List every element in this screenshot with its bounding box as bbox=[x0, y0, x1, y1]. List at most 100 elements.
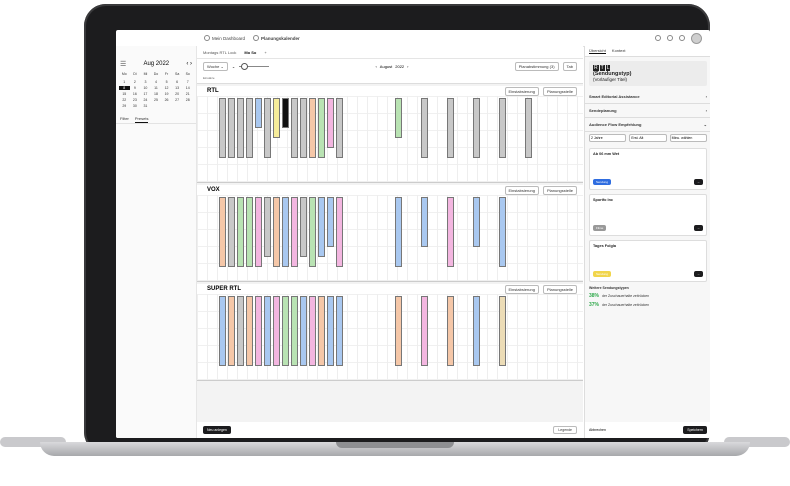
grid-icon[interactable] bbox=[655, 35, 661, 41]
calendar-day[interactable]: 27 bbox=[172, 98, 183, 102]
recommendation-pill[interactable]: Sendung bbox=[593, 179, 612, 185]
channel-name[interactable]: VOX bbox=[207, 187, 220, 193]
schedule-block[interactable] bbox=[499, 98, 506, 158]
schedule-block[interactable] bbox=[237, 197, 244, 267]
calendar-day[interactable]: 8 bbox=[119, 86, 130, 90]
schedule-block[interactable] bbox=[318, 197, 325, 257]
schedule-block[interactable] bbox=[273, 197, 280, 267]
apply-recommendation-icon[interactable]: → bbox=[694, 225, 703, 231]
calendar-day[interactable]: 9 bbox=[130, 86, 141, 90]
schedule-block[interactable] bbox=[282, 296, 289, 366]
schedule-block[interactable] bbox=[228, 296, 235, 366]
calendar-day[interactable]: 22 bbox=[119, 98, 130, 102]
calendar-day[interactable]: 6 bbox=[172, 80, 183, 84]
schedule-block[interactable] bbox=[264, 296, 271, 366]
channel-name[interactable]: SUPER RTL bbox=[207, 286, 241, 292]
calendar-day[interactable]: 20 bbox=[172, 92, 183, 96]
tab-presets[interactable]: Presets bbox=[134, 116, 149, 123]
schedule-block[interactable] bbox=[447, 296, 454, 366]
view-select[interactable]: Woche ⌄ bbox=[203, 61, 228, 71]
avatar[interactable] bbox=[691, 32, 702, 44]
tab-kontext[interactable]: Kontext bbox=[612, 48, 626, 54]
calendar-day[interactable]: 24 bbox=[140, 98, 151, 102]
channel-action-button[interactable]: Planungsstelle bbox=[542, 185, 577, 195]
schedule-block[interactable] bbox=[291, 98, 298, 158]
calendar-day[interactable]: 17 bbox=[140, 92, 151, 96]
tab-filter[interactable]: Filter bbox=[120, 116, 129, 123]
breadcrumb-dashboard[interactable]: Mein Dashboard bbox=[204, 35, 245, 41]
add-tab-icon[interactable]: + bbox=[264, 50, 266, 55]
chevron-down-icon[interactable]: ⌄ bbox=[232, 64, 235, 69]
schedule-block[interactable] bbox=[246, 98, 253, 158]
prev-week-icon[interactable]: ‹ bbox=[375, 64, 376, 69]
schedule-block[interactable] bbox=[300, 197, 307, 257]
schedule-block[interactable] bbox=[291, 296, 298, 366]
select-alter[interactable]: Erst. Alt bbox=[629, 134, 667, 142]
schedule-block[interactable] bbox=[327, 197, 334, 247]
schedule-block[interactable] bbox=[327, 98, 334, 148]
calendar-day[interactable]: 2 bbox=[130, 80, 141, 84]
calendar-day[interactable]: 19 bbox=[161, 92, 172, 96]
schedule-block[interactable] bbox=[336, 296, 343, 366]
select-zeitraum[interactable]: 2 Jahre bbox=[589, 134, 627, 142]
calendar-day[interactable]: 5 bbox=[161, 80, 172, 84]
schedule-block[interactable] bbox=[219, 98, 226, 158]
schedule-block[interactable] bbox=[395, 98, 402, 138]
calendar-day[interactable]: 3 bbox=[140, 80, 151, 84]
schedule-block[interactable] bbox=[228, 197, 235, 267]
schedule-block[interactable] bbox=[246, 296, 253, 366]
apply-recommendation-icon[interactable]: → bbox=[694, 179, 703, 185]
schedule-block[interactable] bbox=[421, 197, 428, 247]
calendar-day[interactable]: 4 bbox=[151, 80, 162, 84]
channel-action-button[interactable]: Planungsstelle bbox=[542, 284, 577, 294]
save-button[interactable]: Speichern bbox=[683, 426, 707, 434]
schedule-block[interactable] bbox=[473, 197, 480, 247]
schedule-block[interactable] bbox=[246, 197, 253, 267]
calendar-day[interactable]: 13 bbox=[172, 86, 183, 90]
schedule-block[interactable] bbox=[228, 98, 235, 158]
section-sendeplanung[interactable]: Sendeplanung › bbox=[585, 104, 710, 118]
schedule-block[interactable] bbox=[447, 98, 454, 158]
schedule-block[interactable] bbox=[300, 296, 307, 366]
schedule-block[interactable] bbox=[395, 197, 402, 267]
section-audience-flow[interactable]: Audience Flow Empfehlung ⌄ bbox=[585, 118, 710, 132]
breadcrumb-planungskalender[interactable]: Planungskalender bbox=[253, 35, 300, 41]
zoom-slider[interactable] bbox=[239, 62, 270, 70]
schedule-block[interactable] bbox=[219, 197, 226, 267]
schedule-block[interactable] bbox=[421, 98, 428, 158]
schedule-block[interactable] bbox=[237, 98, 244, 158]
schedule-block[interactable] bbox=[327, 296, 334, 366]
next-week-icon[interactable]: › bbox=[407, 64, 408, 69]
schedule-block[interactable] bbox=[421, 296, 428, 366]
month-nav-icon[interactable]: ‹ › bbox=[186, 61, 192, 67]
channel-action-button[interactable]: Einstabsierung bbox=[504, 185, 539, 195]
schedule-block[interactable] bbox=[499, 296, 506, 366]
new-entry-button[interactable]: Neu anlegen bbox=[203, 426, 231, 434]
schedule-block[interactable] bbox=[264, 98, 271, 158]
schedule-block[interactable] bbox=[255, 296, 262, 366]
schedule-block[interactable] bbox=[255, 197, 262, 267]
schedule-block[interactable] bbox=[499, 197, 506, 267]
section-smart-editorial[interactable]: Smart Editorial Assistance › bbox=[585, 90, 710, 104]
calendar-day[interactable]: 18 bbox=[151, 92, 162, 96]
calendar-day[interactable]: 10 bbox=[140, 86, 151, 90]
schedule-block[interactable] bbox=[255, 98, 262, 128]
schedule-block[interactable] bbox=[264, 197, 271, 257]
calendar-day[interactable]: 29 bbox=[119, 104, 130, 108]
schedule-block[interactable] bbox=[309, 197, 316, 267]
menu-icon[interactable]: ☰ bbox=[120, 60, 126, 68]
calendar-day[interactable]: 31 bbox=[140, 104, 151, 108]
calendar-day[interactable]: 28 bbox=[182, 98, 193, 102]
tab-button[interactable]: Tab bbox=[562, 61, 577, 71]
schedule-block[interactable] bbox=[219, 296, 226, 366]
calendar-day[interactable]: 16 bbox=[130, 92, 141, 96]
calendar-day[interactable]: 21 bbox=[182, 92, 193, 96]
schedule-block[interactable] bbox=[300, 98, 307, 158]
tab-montags-rtl-lock[interactable]: Montags RTL Lock bbox=[203, 50, 236, 55]
calendar-day[interactable]: 7 bbox=[182, 80, 193, 84]
schedule-block[interactable] bbox=[525, 98, 532, 158]
select-minuten[interactable]: Minu. wählen bbox=[669, 134, 707, 142]
schedule-block[interactable] bbox=[447, 197, 454, 267]
schedule-block[interactable] bbox=[273, 98, 280, 138]
schedule-block[interactable] bbox=[309, 98, 316, 158]
